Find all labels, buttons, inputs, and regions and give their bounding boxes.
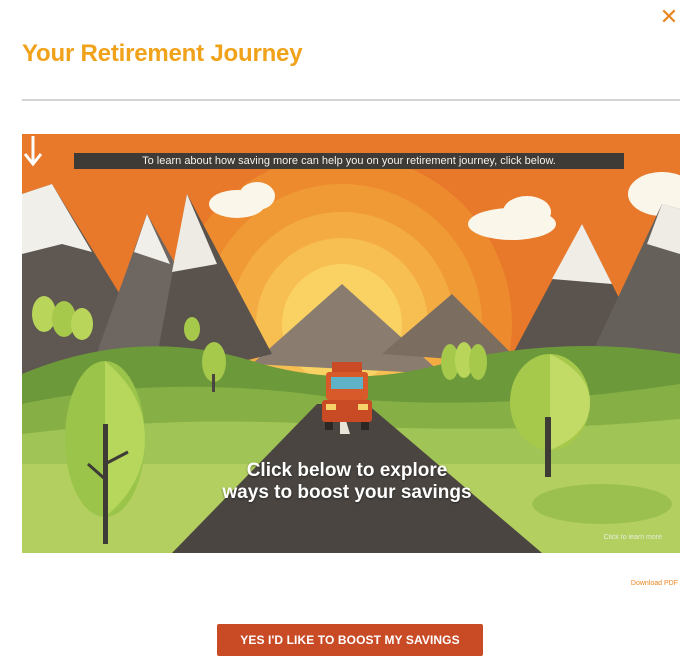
- journey-illustration[interactable]: To learn about how saving more can help …: [22, 134, 680, 553]
- boost-savings-button[interactable]: YES I'D LIKE TO BOOST MY SAVINGS: [217, 624, 483, 656]
- scene-credit: Click to learn more: [603, 534, 662, 541]
- scene-banner: To learn about how saving more can help …: [74, 153, 624, 169]
- close-icon[interactable]: ✕: [658, 6, 680, 28]
- scene-caption: Click below to explore ways to boost you…: [182, 460, 512, 504]
- caption-line-2: ways to boost your savings: [222, 482, 472, 503]
- download-link[interactable]: Download PDF: [631, 580, 678, 587]
- page-title: Your Retirement Journey: [22, 40, 303, 67]
- title-divider: [22, 99, 680, 101]
- retirement-journey-modal: ✕ Your Retirement Journey To learn about…: [0, 0, 688, 659]
- down-arrow-icon: [23, 136, 43, 167]
- caption-line-1: Click below to explore: [246, 460, 448, 481]
